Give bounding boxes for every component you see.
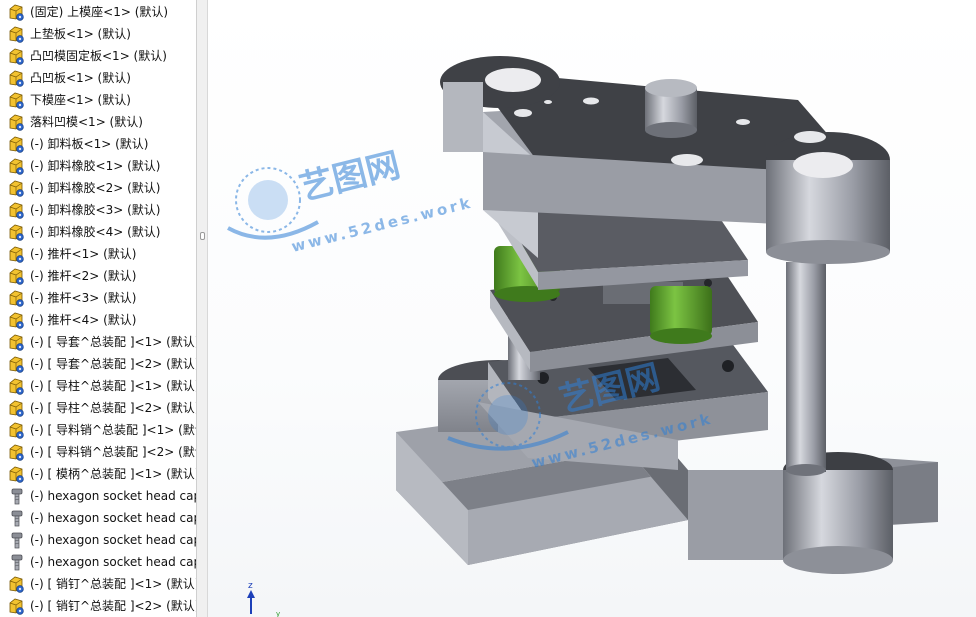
assembly-part-icon [7,398,27,418]
assembly-part-icon [7,266,27,286]
tree-item[interactable]: (-) 卸料橡胶<3> (默认) [0,199,196,221]
tree-item-label: (-) hexagon socket head cap [30,511,196,525]
tree-item[interactable]: (-) [ 模柄^总装配 ]<1> (默认) [0,463,196,485]
assembly-part-icon [7,90,27,110]
feature-manager-tree: (固定) 上模座<1> (默认) 上垫板<1> (默认) 凸凹模固定板<1> (默认… [0,0,196,617]
splitter-grip-handle[interactable] [200,232,205,240]
tree-item-label: 落料凹模<1> (默认) [30,115,143,129]
tree-item[interactable]: (-) [ 导柱^总装配 ]<1> (默认) [0,375,196,397]
screw-icon [7,486,27,506]
screw-icon [7,530,27,550]
assembly-part-icon [7,420,27,440]
tree-item-label: (-) 推杆<1> (默认) [30,247,137,261]
tree-item[interactable]: 上垫板<1> (默认) [0,23,196,45]
tree-item[interactable]: (-) 卸料橡胶<1> (默认) [0,155,196,177]
tree-item[interactable]: (-) 卸料橡胶<2> (默认) [0,177,196,199]
tree-item-label: 凸凹板<1> (默认) [30,71,131,85]
assembly-part-icon [7,200,27,220]
tree-item-label: (-) [ 销钉^总装配 ]<2> (默认) [30,599,196,613]
tree-item[interactable]: (-) [ 销钉^总装配 ]<2> (默认) [0,595,196,617]
tree-item-label: (-) 推杆<3> (默认) [30,291,137,305]
assembly-part-icon [7,376,27,396]
assembly-part-icon [7,574,27,594]
tree-item-label: (-) 推杆<4> (默认) [30,313,137,327]
tree-item-label: (-) [ 导柱^总装配 ]<2> (默认) [30,401,196,415]
tree-item[interactable]: (-) 卸料板<1> (默认) [0,133,196,155]
tree-item[interactable]: 下模座<1> (默认) [0,89,196,111]
assembly-part-icon [7,596,27,616]
watermark-top: 艺图网 www.52des.work [227,145,475,256]
assembly-part-icon [7,288,27,308]
assembly-part-icon [7,46,27,66]
tree-item[interactable]: (-) 推杆<1> (默认) [0,243,196,265]
tree-item-label: (-) hexagon socket head cap [30,555,196,569]
tree-item[interactable]: (-) [ 导套^总装配 ]<1> (默认) [0,331,196,353]
view-triad[interactable]: z y [247,581,280,617]
assembly-part-icon [7,244,27,264]
tree-item-label: (-) [ 导料销^总装配 ]<2> (默认) [30,445,196,459]
tree-item[interactable]: (-) 推杆<3> (默认) [0,287,196,309]
tree-item[interactable]: (-) [ 导料销^总装配 ]<2> (默认) [0,441,196,463]
assembly-part-icon [7,222,27,242]
tree-item-label: (-) hexagon socket head cap [30,533,196,547]
tree-item[interactable]: (-) hexagon socket head cap [0,485,196,507]
tree-item-label: 凸凹模固定板<1> (默认) [30,49,167,63]
tree-item-label: (-) [ 导套^总装配 ]<2> (默认) [30,357,196,371]
tree-item-label: (-) 卸料橡胶<1> (默认) [30,159,161,173]
tree-item-label: (-) [ 导套^总装配 ]<1> (默认) [30,335,196,349]
assembly-part-icon [7,332,27,352]
triad-y-label: y [276,610,280,617]
assembly-part-icon [7,156,27,176]
tree-item[interactable]: (-) hexagon socket head cap [0,507,196,529]
assembly-part-icon [7,442,27,462]
tree-item-label: (-) 卸料橡胶<2> (默认) [30,181,161,195]
assembly-part-icon [7,464,27,484]
screw-icon [7,508,27,528]
tree-item-label: (-) [ 导柱^总装配 ]<1> (默认) [30,379,196,393]
tree-item[interactable]: (-) 推杆<2> (默认) [0,265,196,287]
assembly-part-icon [7,310,27,330]
tree-item-label: (-) 卸料板<1> (默认) [30,137,149,151]
assembly-model-view[interactable]: 艺图网 www.52des.work 艺图网 www.52des.work z … [208,0,976,617]
assembly-part-icon [7,112,27,132]
tree-item[interactable]: (-) 推杆<4> (默认) [0,309,196,331]
tree-item-label: 上垫板<1> (默认) [30,27,131,41]
tree-item[interactable]: (-) [ 导料销^总装配 ]<1> (默认) [0,419,196,441]
tree-item-label: (-) 卸料橡胶<3> (默认) [30,203,161,217]
tree-item-label: (-) 卸料橡胶<4> (默认) [30,225,161,239]
assembly-part-icon [7,134,27,154]
tree-item-label: (固定) 上模座<1> (默认) [30,5,169,19]
tree-item[interactable]: 落料凹模<1> (默认) [0,111,196,133]
watermark-brand-text: 艺图网 [296,145,405,208]
tree-item-label: (-) 推杆<2> (默认) [30,269,137,283]
tree-item[interactable]: (-) hexagon socket head cap [0,529,196,551]
assembly-part-icon [7,2,27,22]
triad-z-label: z [248,581,253,591]
tree-item[interactable]: (固定) 上模座<1> (默认) [0,1,196,23]
assembly-part-icon [7,354,27,374]
tree-item-label: (-) [ 销钉^总装配 ]<1> (默认) [30,577,196,591]
screw-icon [7,552,27,572]
tree-item-label: (-) [ 导料销^总装配 ]<1> (默认) [30,423,196,437]
die-shank [645,79,697,138]
tree-item[interactable]: (-) [ 导套^总装配 ]<2> (默认) [0,353,196,375]
tree-item[interactable]: (-) [ 导柱^总装配 ]<2> (默认) [0,397,196,419]
assembly-part-icon [7,68,27,88]
assembly-part-icon [7,24,27,44]
tree-item[interactable]: (-) [ 销钉^总装配 ]<1> (默认) [0,573,196,595]
assembly-part-icon [7,178,27,198]
tree-item[interactable]: (-) 卸料橡胶<4> (默认) [0,221,196,243]
tree-item[interactable]: 凸凹模固定板<1> (默认) [0,45,196,67]
tree-item-label: (-) hexagon socket head cap [30,489,196,503]
tree-item-label: 下模座<1> (默认) [30,93,131,107]
tree-item[interactable]: (-) hexagon socket head cap [0,551,196,573]
tree-item[interactable]: 凸凹板<1> (默认) [0,67,196,89]
panel-splitter[interactable] [196,0,208,617]
tree-item-label: (-) [ 模柄^总装配 ]<1> (默认) [30,467,196,481]
graphics-viewport[interactable]: 艺图网 www.52des.work 艺图网 www.52des.work z … [208,0,976,617]
